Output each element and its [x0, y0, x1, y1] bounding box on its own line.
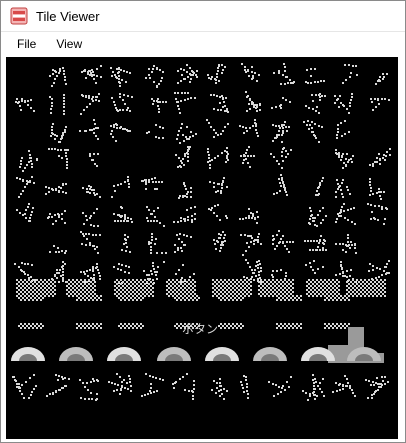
menu-file[interactable]: File	[9, 34, 44, 54]
tile-viewer-window: Tile Viewer File View ボタン	[0, 0, 406, 443]
tile-text-button-label: ボタン	[182, 322, 218, 336]
tile-canvas[interactable]: ボタン	[6, 57, 398, 439]
title-bar[interactable]: Tile Viewer	[1, 1, 405, 32]
tile-view-area: ボタン	[6, 57, 398, 439]
menu-view[interactable]: View	[48, 34, 90, 54]
menu-bar: File View	[1, 32, 405, 56]
window-title: Tile Viewer	[36, 8, 100, 24]
app-icon	[10, 7, 28, 25]
